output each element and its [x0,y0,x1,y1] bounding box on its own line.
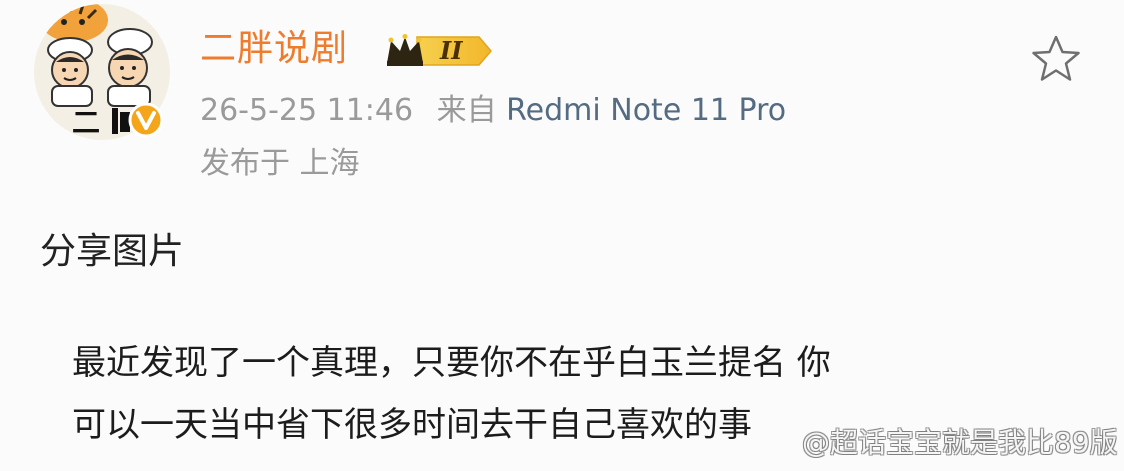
watermark-text: @超话宝宝就是我比89版 [802,426,1118,459]
avatar-text-mark: 二 [72,106,100,139]
post-location: 发布于 上海 [200,146,360,181]
verified-v-icon [128,102,164,138]
from-label: 来自 [436,93,497,128]
crown-icon [387,34,423,66]
avatar-illustration: 二 [34,4,170,140]
device-source[interactable]: Redmi Note 11 Pro [506,93,786,128]
star-outline-icon [1032,35,1080,81]
weibo-post-card: 二 二胖说剧 II 26-5-25 11:46 来自 Redmi Note 11… [0,0,1124,471]
post-title: 分享图片 [40,231,185,272]
favorite-button[interactable] [1030,34,1082,84]
post-timestamp: 26-5-25 11:46 [200,93,414,128]
badge-level-text: II [440,36,463,65]
level-badge[interactable]: II [383,33,493,69]
post-meta: 26-5-25 11:46 来自 Redmi Note 11 Pro [200,90,786,132]
author-name[interactable]: 二胖说剧 [200,25,348,73]
author-avatar[interactable]: 二 [34,0,170,150]
